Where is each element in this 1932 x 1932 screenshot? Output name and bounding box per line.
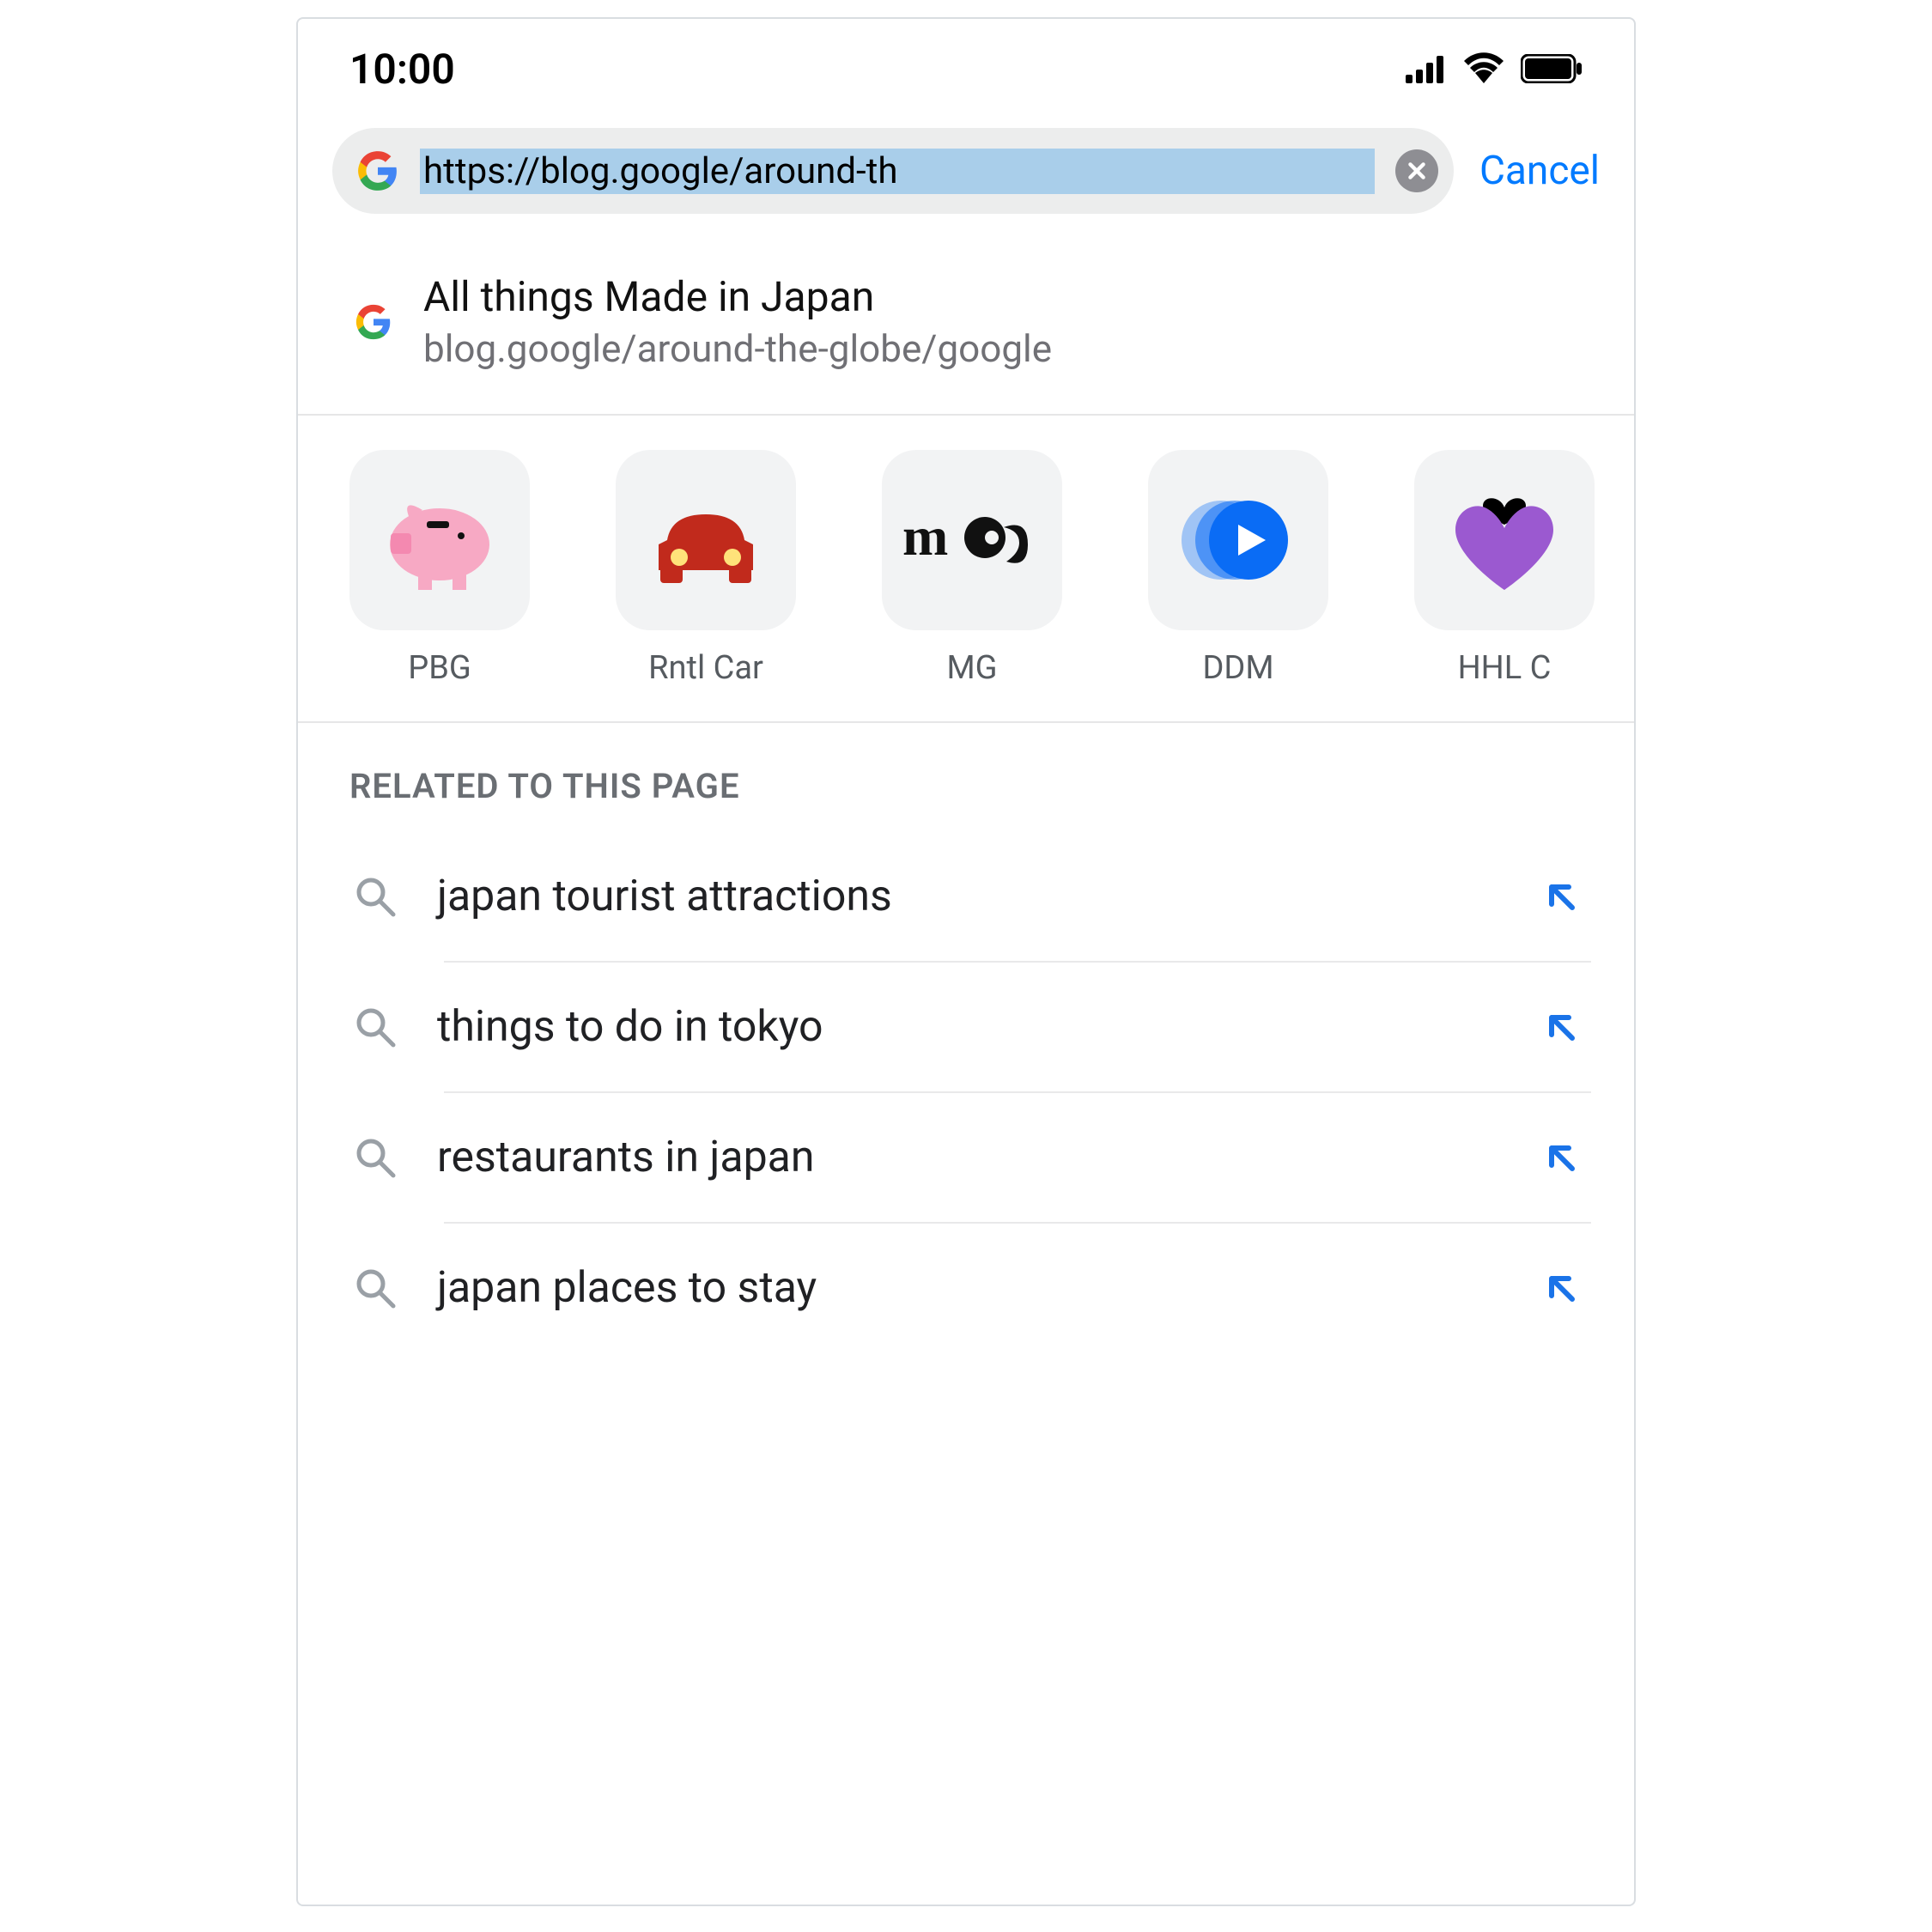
shortcut-item[interactable]: HHL C: [1397, 450, 1612, 687]
top-suggestion[interactable]: All things Made in Japan blog.google/aro…: [298, 248, 1634, 416]
status-indicators: [1406, 45, 1583, 94]
suggestion-text: things to do in tokyo: [437, 1002, 1504, 1052]
search-icon: [349, 1005, 401, 1048]
mg-logo-icon: m: [882, 450, 1062, 630]
shortcut-label: Rntl Car: [648, 649, 763, 687]
insert-arrow-icon[interactable]: [1540, 878, 1583, 914]
suggestion-row[interactable]: japan places to stay: [444, 1224, 1591, 1352]
suggestion-row[interactable]: restaurants in japan: [444, 1093, 1591, 1224]
car-icon: [616, 450, 796, 630]
piggy-bank-icon: [349, 450, 530, 630]
clear-icon[interactable]: [1395, 149, 1438, 192]
insert-arrow-icon[interactable]: [1540, 1139, 1583, 1176]
suggestion-row[interactable]: things to do in tokyo: [444, 963, 1591, 1093]
wifi-icon: [1462, 45, 1505, 94]
phone-frame: 10:00: [296, 17, 1636, 1906]
battery-icon: [1521, 45, 1583, 94]
suggestion-text: japan places to stay: [437, 1263, 1504, 1313]
insert-arrow-icon[interactable]: [1540, 1270, 1583, 1306]
signal-icon: [1406, 45, 1447, 94]
heart-icon: [1414, 450, 1595, 630]
shortcut-label: DDM: [1202, 649, 1273, 687]
omnibox[interactable]: https://blog.google/around-th: [332, 128, 1454, 214]
top-suggestion-title: All things Made in Japan: [423, 272, 1052, 321]
insert-arrow-icon[interactable]: [1540, 1009, 1583, 1045]
svg-text:m: m: [902, 506, 948, 567]
cancel-button[interactable]: Cancel: [1479, 148, 1600, 194]
search-icon: [349, 1267, 401, 1309]
omnibox-url-text[interactable]: https://blog.google/around-th: [420, 149, 1375, 194]
status-bar: 10:00: [298, 19, 1634, 102]
suggestion-text: restaurants in japan: [437, 1133, 1504, 1182]
shortcut-label: MG: [946, 649, 997, 687]
shortcut-item[interactable]: PBG: [332, 450, 547, 687]
shortcut-item[interactable]: Rntl Car: [598, 450, 813, 687]
shortcut-item[interactable]: DDM: [1131, 450, 1346, 687]
shortcut-item[interactable]: m MG: [865, 450, 1079, 687]
shortcuts-carousel[interactable]: PBG Rntl Car m: [298, 416, 1634, 723]
related-suggestions: japan tourist attractions things to do i…: [298, 832, 1634, 1352]
search-icon: [349, 1136, 401, 1179]
top-suggestion-url: blog.google/around-the-globe/google: [423, 326, 1052, 371]
suggestion-text: japan tourist attractions: [437, 872, 1504, 921]
google-g-icon: [356, 149, 399, 192]
suggestion-row[interactable]: japan tourist attractions: [444, 832, 1591, 963]
related-header: RELATED TO THIS PAGE: [298, 723, 1634, 832]
google-g-icon: [355, 303, 392, 341]
search-icon: [349, 875, 401, 918]
play-icon: [1148, 450, 1328, 630]
status-time: 10:00: [349, 45, 455, 94]
omnibox-row: https://blog.google/around-th Cancel: [298, 102, 1634, 248]
shortcut-label: HHL C: [1458, 649, 1552, 687]
shortcut-label: PBG: [408, 649, 471, 687]
